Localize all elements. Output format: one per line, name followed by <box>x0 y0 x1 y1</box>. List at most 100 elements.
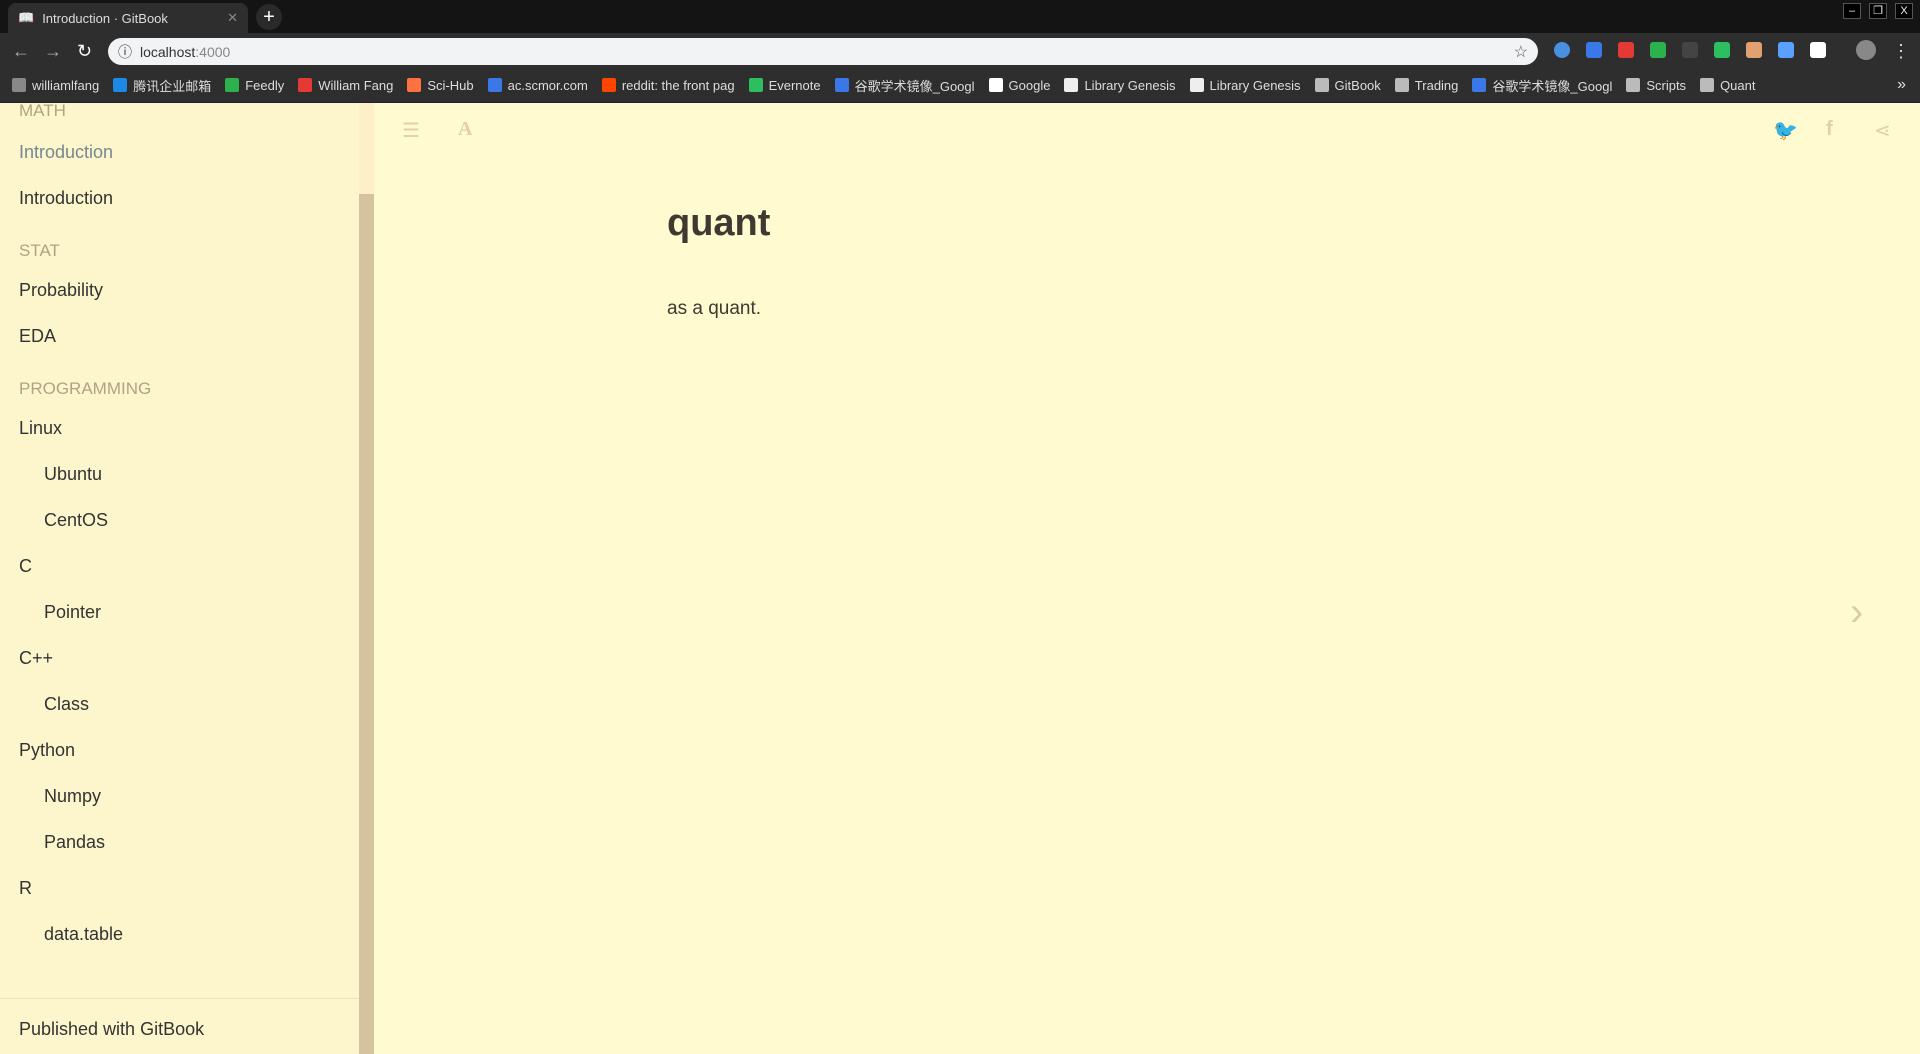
bookmark-label: 谷歌学术镜像_Googl <box>854 78 975 94</box>
bookmark-label: Library Genesis <box>1084 77 1176 93</box>
bookmark-label: ac.scmor.com <box>507 77 588 93</box>
bookmark-item[interactable]: Scripts <box>1626 78 1686 93</box>
bookmark-item[interactable]: ac.scmor.com <box>487 77 588 93</box>
close-tab-icon[interactable]: ✕ <box>227 10 238 26</box>
restore-button[interactable]: ❐ <box>1869 3 1887 19</box>
sidebar-scrollbar-thumb[interactable] <box>359 194 374 1054</box>
tab-bar: 📖 Introduction · GitBook ✕ + – ❐ X <box>0 0 1920 33</box>
bookmark-favicon-icon <box>988 78 1003 92</box>
extension-icon[interactable] <box>1586 42 1602 58</box>
sidebar-item[interactable]: Introduction <box>19 188 113 209</box>
sidebar-item[interactable]: EDA <box>19 326 56 347</box>
bookmark-item[interactable]: GitBook <box>1314 77 1381 93</box>
extension-icon[interactable] <box>1746 42 1762 58</box>
sidebar: Published with GitBook MATH Introduction I… <box>0 103 359 1054</box>
bookmark-favicon-icon <box>1394 78 1409 92</box>
bookmark-item[interactable]: 腾讯企业邮箱 <box>113 76 211 95</box>
bookmark-favicon-icon <box>1064 78 1079 92</box>
bookmark-favicon-icon <box>834 78 849 92</box>
new-tab-button[interactable]: + <box>256 4 282 30</box>
bookmark-label: Google <box>1008 77 1051 93</box>
feedly-extension-icon[interactable] <box>1650 42 1666 58</box>
sidebar-divider <box>0 998 359 999</box>
sidebar-item[interactable]: C++ <box>19 648 53 669</box>
bookmark-label: Trading <box>1414 77 1459 93</box>
browser-tab[interactable]: 📖 Introduction · GitBook ✕ <box>8 3 248 33</box>
bookmark-favicon-icon <box>487 78 502 92</box>
sidebar-item[interactable]: C <box>19 556 32 577</box>
sidebar-item[interactable]: Linux <box>19 418 62 439</box>
bookmark-item[interactable]: Library Genesis <box>1189 77 1301 93</box>
forward-icon[interactable]: → <box>44 41 62 62</box>
bookmark-item[interactable]: reddit: the front pag <box>601 77 735 93</box>
tab-title: Introduction · GitBook <box>42 10 168 26</box>
twitter-icon[interactable]: 🐦 <box>1773 118 1798 143</box>
extension-icon[interactable] <box>1682 42 1698 58</box>
sidebar-item[interactable]: Pandas <box>44 832 105 853</box>
back-icon[interactable]: ← <box>12 41 30 62</box>
bookmark-label: Feedly <box>245 77 285 93</box>
bookmark-favicon-icon <box>1314 78 1329 92</box>
evernote-extension-icon[interactable] <box>1714 42 1730 58</box>
bookmark-favicon-icon <box>225 78 240 92</box>
sidebar-item[interactable]: Class <box>44 694 89 715</box>
gitbook-favicon-icon: 📖 <box>18 10 35 25</box>
bookmark-label: Library Genesis <box>1209 77 1301 93</box>
sidebar-item[interactable]: R <box>19 878 32 899</box>
bookmark-label: Sci-Hub <box>427 77 474 93</box>
sidebar-item[interactable]: CentOS <box>44 510 108 531</box>
bookmark-favicon-icon <box>1472 78 1487 92</box>
sidebar-item[interactable]: Numpy <box>44 786 101 807</box>
sidebar-section-header: MATH <box>19 103 66 120</box>
bookmark-label: reddit: the front pag <box>621 77 735 93</box>
info-icon[interactable]: ⓘ <box>118 42 132 62</box>
page-body-text: as a quant. <box>667 298 762 319</box>
bookmark-item[interactable]: Trading <box>1394 77 1459 93</box>
toggle-summary-icon[interactable]: ☰ <box>402 118 420 143</box>
sidebar-item[interactable]: Python <box>19 740 75 761</box>
bookmark-item[interactable]: Google <box>988 77 1051 93</box>
extension-icon[interactable] <box>1554 42 1570 58</box>
sidebar-item[interactable]: Pointer <box>44 602 101 623</box>
sidebar-item[interactable]: Introduction <box>19 142 113 163</box>
extension-icon[interactable] <box>1810 42 1826 58</box>
published-with-gitbook-link[interactable]: Published with GitBook <box>19 1019 204 1040</box>
bookmark-label: 谷歌学术镜像_Googl <box>1492 78 1613 94</box>
bookmark-label: Quant <box>1720 77 1756 93</box>
bookmark-item[interactable]: 谷歌学术镜像_Googl <box>1472 76 1612 95</box>
bookmark-item[interactable]: William Fang <box>298 78 393 93</box>
sidebar-item[interactable]: Ubuntu <box>44 464 102 485</box>
avatar[interactable] <box>1856 40 1876 60</box>
minimize-button[interactable]: – <box>1843 3 1861 19</box>
bookmark-favicon-icon <box>113 78 128 92</box>
extension-icon[interactable] <box>1778 42 1794 58</box>
share-icon[interactable]: ⋖ <box>1874 118 1891 143</box>
sidebar-item[interactable]: data.table <box>44 924 123 945</box>
bookmark-item[interactable]: 谷歌学术镜像_Googl <box>834 76 975 95</box>
bookmark-star-icon[interactable]: ☆ <box>1514 42 1528 62</box>
bookmark-item[interactable]: Library Genesis <box>1064 77 1176 93</box>
address-bar[interactable]: ⓘ localhost:4000 ☆ <box>108 38 1538 65</box>
sidebar-section-header: PROGRAMMING <box>19 379 152 398</box>
bookmark-favicon-icon <box>298 78 313 92</box>
bookmark-label: GitBook <box>1334 77 1381 93</box>
more-bookmarks-icon[interactable]: » <box>1897 76 1906 94</box>
bookmark-item[interactable]: Evernote <box>748 78 821 93</box>
next-page-chevron-icon[interactable]: › <box>1850 590 1863 635</box>
sidebar-item[interactable]: Probability <box>19 280 103 301</box>
bookmark-item[interactable]: Quant <box>1700 78 1755 93</box>
page-title: quant <box>667 202 771 244</box>
bookmark-item[interactable]: Feedly <box>225 78 284 93</box>
extension-icon[interactable] <box>1618 42 1634 58</box>
menu-icon[interactable]: ⋮ <box>1892 41 1910 62</box>
bookmark-label: 腾讯企业邮箱 <box>133 78 212 94</box>
facebook-icon[interactable]: f <box>1826 118 1833 141</box>
bookmark-item[interactable]: williamlfang <box>12 78 99 93</box>
bookmark-favicon-icon <box>1626 78 1641 92</box>
close-window-button[interactable]: X <box>1895 3 1913 19</box>
bookmark-item[interactable]: Sci-Hub <box>407 77 474 93</box>
reload-icon[interactable]: ↻ <box>77 41 92 62</box>
bookmark-label: williamlfang <box>32 77 100 93</box>
bookmark-favicon-icon <box>748 78 763 92</box>
font-settings-icon[interactable]: A <box>458 118 472 141</box>
